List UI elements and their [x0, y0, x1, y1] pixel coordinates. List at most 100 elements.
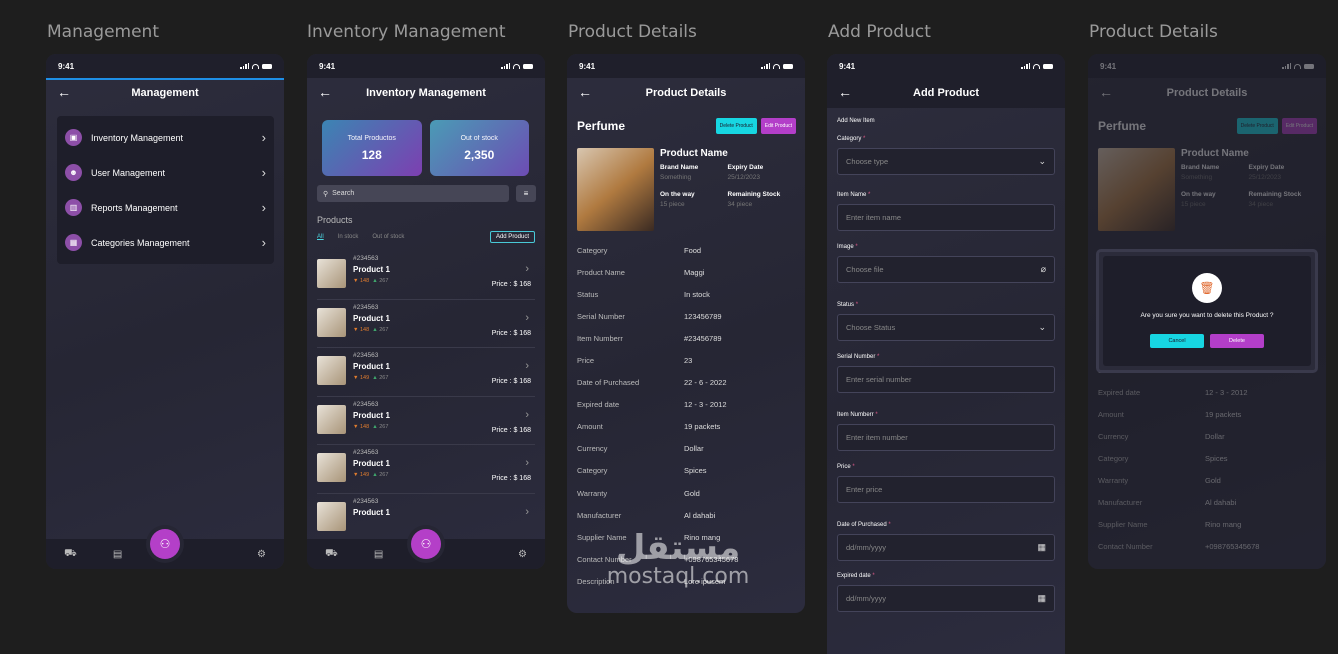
product-details-delete-screen: 9:41 ← Product Details Perfume Delete Pr…: [1088, 54, 1326, 569]
list-item[interactable]: #234563 Product 1 ▼ 148 ▲ 267 › Price : $ 16…: [317, 300, 535, 348]
chevron-down-icon: ⌄: [1038, 156, 1046, 166]
out-of-stock-card[interactable]: Out of stock 2,350: [429, 120, 529, 176]
box-icon: ▣: [65, 129, 82, 146]
menu-item-users[interactable]: ☻ User Management ›: [57, 155, 274, 190]
app-bar: ← Add Product: [827, 78, 1065, 108]
detail-value: Maggi: [684, 267, 705, 277]
field-placeholder: Choose file: [846, 265, 884, 274]
paperclip-icon: ⌀: [1040, 264, 1046, 274]
chevron-right-icon: ›: [525, 263, 529, 275]
arrow-up-icon: ▲: [372, 423, 378, 430]
menu-item-label: User Management: [91, 167, 166, 178]
card-label: Total Productos: [347, 134, 396, 142]
back-arrow-icon[interactable]: ←: [57, 84, 71, 100]
detail-key: Product Name: [577, 267, 625, 277]
purchase-date-input[interactable]: dd/mm/yyyy ▦: [837, 534, 1055, 561]
detail-value: 22 - 6 - 2022: [684, 378, 727, 388]
category-select[interactable]: Choose type ⌄: [837, 148, 1055, 175]
battery-icon: [262, 63, 272, 69]
filter-button[interactable]: ≡: [516, 185, 536, 202]
detail-row: Category Spices: [577, 460, 795, 482]
detail-row: Status In stock: [577, 283, 795, 305]
search-input[interactable]: ⚲ Search: [317, 185, 509, 202]
add-product-button[interactable]: Add Product: [489, 231, 535, 243]
list-item[interactable]: #234563 Product 1 ▼ 149 ▲ 267 › Price : $ 16…: [317, 445, 535, 494]
product-name: Product 1: [353, 507, 390, 517]
field-label: Date of Purchased: [837, 522, 887, 528]
status-select[interactable]: Choose Status ⌄: [837, 314, 1055, 341]
detail-key: Price: [577, 356, 595, 366]
filter-out-of-stock[interactable]: Out of stock: [372, 234, 404, 240]
delete-product-button[interactable]: Delete Product: [715, 118, 757, 134]
expired-date-input[interactable]: dd/mm/yyyy ▦: [837, 585, 1055, 612]
watermark-logo: مستقل mostaql.com: [588, 528, 768, 589]
price-input[interactable]: Enter price: [837, 476, 1055, 503]
frame-title-management: Management: [47, 22, 159, 42]
back-arrow-icon[interactable]: ←: [318, 84, 332, 100]
truck-icon[interactable]: ⛟: [325, 548, 338, 561]
inventory-fab-button[interactable]: ⚇: [411, 529, 441, 559]
app-bar: ← Management: [46, 78, 284, 108]
delete-button[interactable]: Delete: [1210, 334, 1264, 348]
cancel-button[interactable]: Cancel: [1150, 334, 1204, 348]
item-name-input[interactable]: Enter item name: [837, 204, 1055, 231]
detail-row: Manufacturer Al dahabi: [577, 504, 795, 526]
menu-item-inventory[interactable]: ▣ Inventory Management ›: [57, 120, 274, 155]
detail-value: 123456789: [684, 311, 722, 321]
back-arrow-icon[interactable]: ←: [838, 84, 852, 100]
image-file-input[interactable]: Choose file ⌀: [837, 256, 1055, 283]
chevron-right-icon: ›: [261, 130, 266, 145]
brand-value: Something: [660, 174, 692, 181]
product-thumbnail: [317, 356, 346, 385]
wifi-icon: [252, 63, 259, 69]
filter-in-stock[interactable]: In stock: [338, 234, 359, 240]
detail-key: Status: [577, 289, 599, 299]
total-products-card[interactable]: Total Productos 128: [322, 120, 422, 176]
document-icon[interactable]: ▤: [374, 549, 383, 560]
stat-down: 267: [379, 375, 389, 381]
serial-number-input[interactable]: Enter serial number: [837, 366, 1055, 393]
detail-key: Currency: [577, 444, 608, 454]
field-label: Category: [837, 136, 862, 142]
list-item[interactable]: #234563 Product 1 ▼ 148 ▲ 267 › Price : $ 16…: [317, 251, 535, 300]
list-item[interactable]: #234563 Product 1 ▼ 148 ▲ 267 › Price : $ 16…: [317, 397, 535, 445]
detail-key: Warranty: [577, 488, 608, 498]
signal-icon: [501, 63, 510, 69]
product-price: Price : $ 168: [491, 378, 531, 385]
truck-icon[interactable]: ⛟: [64, 548, 77, 561]
chevron-right-icon: ›: [525, 360, 529, 372]
remaining-value: 34 piece: [727, 201, 753, 208]
detail-key: Category: [577, 466, 608, 476]
edit-product-button[interactable]: Edit Product: [760, 118, 796, 134]
filter-all[interactable]: All: [317, 234, 324, 240]
detail-value: 12 - 3 - 2012: [684, 400, 727, 410]
chevron-right-icon: ›: [261, 200, 266, 215]
detail-row: Product Name Maggi: [577, 261, 795, 283]
detail-value: Spices: [684, 466, 707, 476]
back-arrow-icon[interactable]: ←: [578, 84, 592, 100]
document-icon[interactable]: ▤: [113, 549, 122, 560]
field-placeholder: Enter item number: [846, 433, 908, 442]
product-name: Product 1: [353, 265, 390, 274]
detail-row: Price 23: [577, 349, 795, 371]
management-screen: 9:41 ← Management ▣ Inventory Management ›…: [46, 54, 284, 569]
menu-item-label: Reports Management: [91, 202, 178, 213]
search-placeholder: Search: [332, 190, 355, 197]
detail-row: Serial Number 123456789: [577, 305, 795, 327]
detail-value: #23456789: [684, 333, 722, 343]
on-the-way-value: 15 piece: [660, 201, 685, 208]
item-number-input[interactable]: Enter item number: [837, 424, 1055, 451]
settings-icon[interactable]: ⚙: [257, 549, 266, 560]
status-time: 9:41: [579, 61, 596, 71]
list-item[interactable]: #234563 Product 1 ▼ 149 ▲ 267 › Price : $ 16…: [317, 348, 535, 397]
product-list: #234563 Product 1 ▼ 148 ▲ 267 › Price : $ 16…: [307, 243, 545, 542]
product-title: Perfume: [577, 119, 626, 133]
menu-item-categories[interactable]: ▦ Categories Management ›: [57, 225, 274, 260]
settings-icon[interactable]: ⚙: [518, 549, 527, 560]
field-placeholder: Enter item name: [846, 213, 902, 222]
product-thumbnail: [317, 501, 346, 531]
inventory-fab-button[interactable]: ⚇: [150, 529, 180, 559]
product-name-heading: Product Name: [660, 148, 728, 159]
menu-item-reports[interactable]: ▥ Reports Management ›: [57, 190, 274, 225]
signal-icon: [761, 63, 770, 69]
